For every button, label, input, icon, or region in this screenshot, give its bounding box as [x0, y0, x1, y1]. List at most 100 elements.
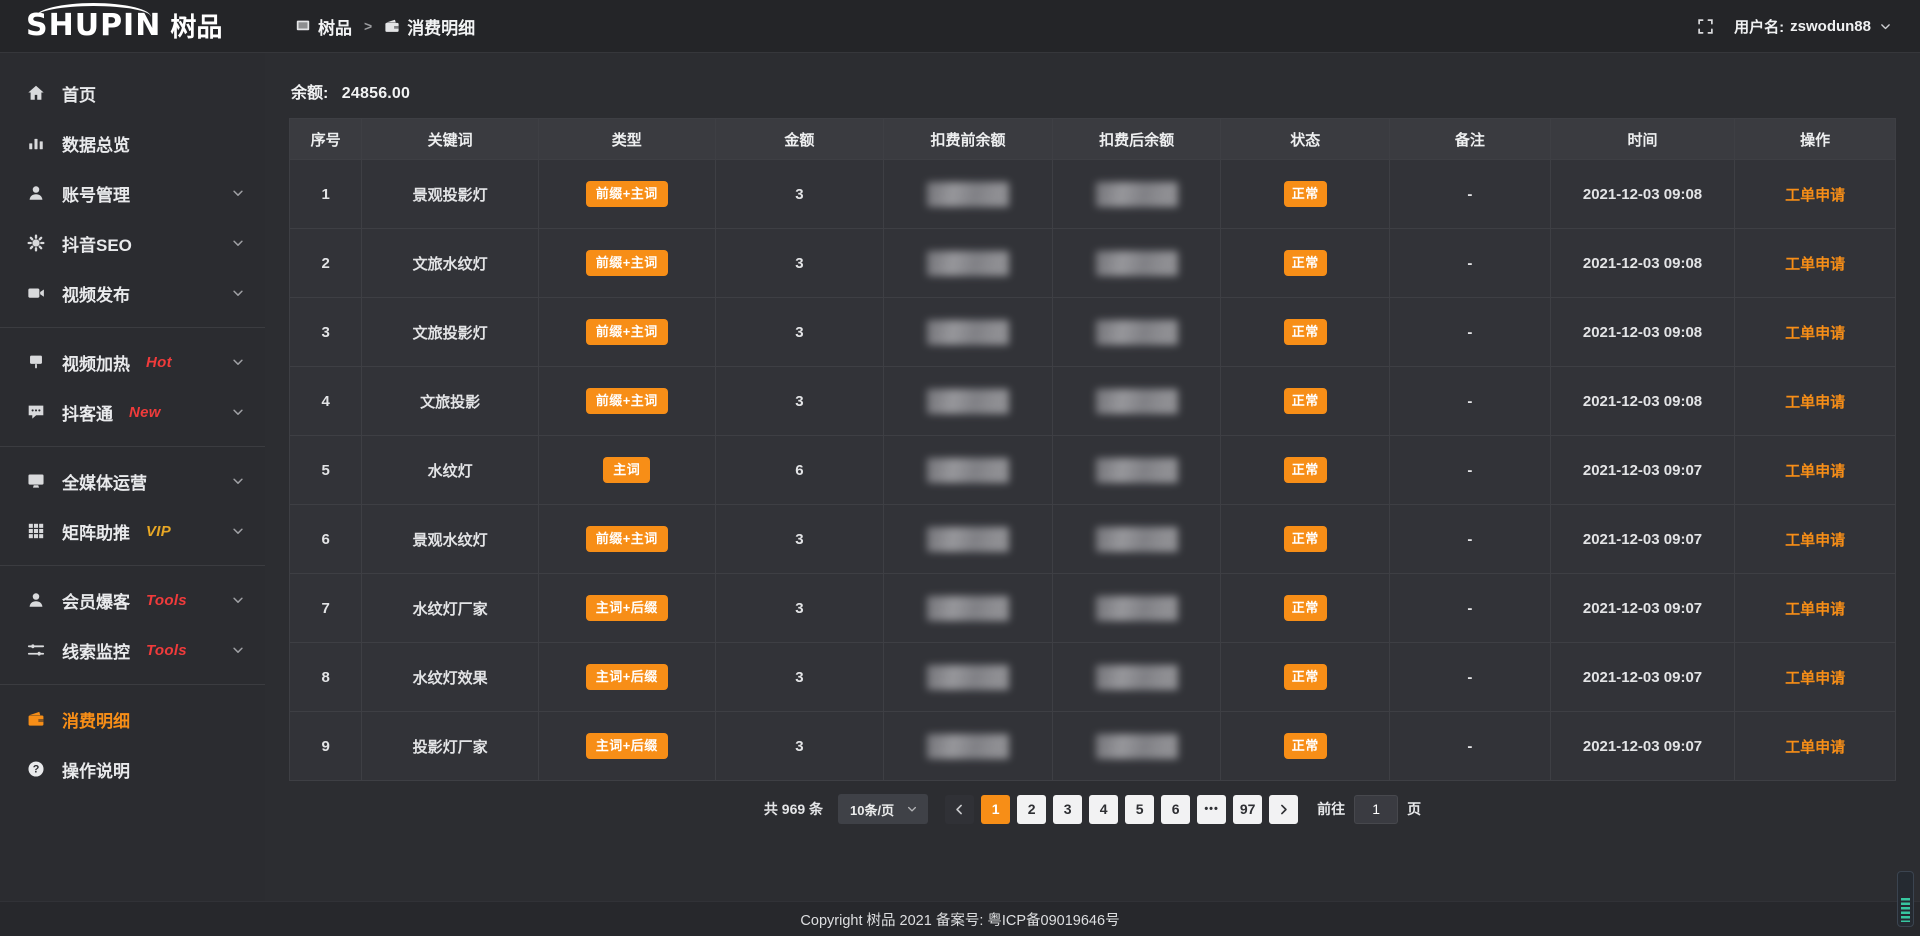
- more-pages-button[interactable]: •••: [1197, 795, 1226, 824]
- work-order-link[interactable]: 工单申请: [1785, 463, 1845, 480]
- masked-balance-after: [1096, 665, 1178, 690]
- sidebar-item-data-overview[interactable]: 数据总览: [0, 118, 265, 168]
- masked-balance-before: [927, 596, 1009, 621]
- sidebar-item-consumption-detail[interactable]: 消费明细: [0, 694, 265, 744]
- chevron-down-icon: [231, 355, 245, 369]
- cell-note: -: [1390, 229, 1551, 298]
- cell-note: -: [1390, 436, 1551, 505]
- cell-status: 正常: [1221, 712, 1390, 781]
- sidebar-item-operation-guide[interactable]: ?操作说明: [0, 744, 265, 794]
- username-value: zswodun88: [1790, 18, 1871, 35]
- cell-balance-after: [1052, 643, 1221, 712]
- sidebar-item-label: 全媒体运营: [62, 469, 147, 494]
- logo-text-cn: 树品: [170, 14, 222, 41]
- sidebar-item-all-media-operation[interactable]: 全媒体运营: [0, 456, 265, 506]
- cell-balance-before: [884, 505, 1053, 574]
- cell-note: -: [1390, 643, 1551, 712]
- cell-type: 前缀+主词: [538, 160, 715, 229]
- status-badge: 正常: [1284, 250, 1327, 277]
- cell-time: 2021-12-03 09:08: [1550, 367, 1735, 436]
- work-order-link[interactable]: 工单申请: [1785, 601, 1845, 618]
- menu-divider: [0, 327, 265, 328]
- cell-keyword: 景观水纹灯: [362, 505, 539, 574]
- user-icon: [27, 184, 45, 202]
- cell-time: 2021-12-03 09:07: [1550, 712, 1735, 781]
- work-order-link[interactable]: 工单申请: [1785, 187, 1845, 204]
- breadcrumb-item-shupin[interactable]: 树品: [295, 14, 352, 39]
- goto-page-input[interactable]: [1354, 795, 1398, 824]
- table-header-row: 序号关键词类型金额扣费前余额扣费后余额状态备注时间操作: [290, 119, 1896, 160]
- cell-action: 工单申请: [1735, 367, 1896, 436]
- page-button-2[interactable]: 2: [1017, 795, 1046, 824]
- home-icon: [27, 84, 45, 102]
- cell-index: 5: [290, 436, 362, 505]
- monitor-icon: [27, 472, 45, 490]
- sidebar-item-member-leads[interactable]: 会员爆客Tools: [0, 575, 265, 625]
- column-header: 关键词: [362, 119, 539, 160]
- goto-page: 前往页: [1317, 795, 1421, 824]
- column-header: 时间: [1550, 119, 1735, 160]
- cell-status: 正常: [1221, 160, 1390, 229]
- page-button-1[interactable]: 1: [981, 795, 1010, 824]
- work-order-link[interactable]: 工单申请: [1785, 394, 1845, 411]
- cell-keyword: 文旅投影: [362, 367, 539, 436]
- chevron-down-icon: [906, 803, 918, 815]
- breadcrumb-label: 树品: [318, 14, 352, 39]
- cell-type: 主词: [538, 436, 715, 505]
- cell-amount: 3: [715, 643, 884, 712]
- cell-note: -: [1390, 298, 1551, 367]
- cell-balance-after: [1052, 505, 1221, 574]
- menu-item-tag: Hot: [146, 354, 172, 371]
- next-page-button[interactable]: [1269, 795, 1298, 824]
- page-button-97[interactable]: 97: [1233, 795, 1262, 824]
- sidebar-item-douketong[interactable]: 抖客通New: [0, 387, 265, 437]
- work-order-link[interactable]: 工单申请: [1785, 325, 1845, 342]
- app-logo[interactable]: SHUPIN 树品: [0, 11, 265, 41]
- work-order-link[interactable]: 工单申请: [1785, 739, 1845, 756]
- column-header: 操作: [1735, 119, 1896, 160]
- cell-note: -: [1390, 160, 1551, 229]
- column-header: 扣费后余额: [1052, 119, 1221, 160]
- status-badge: 正常: [1284, 388, 1327, 415]
- work-order-link[interactable]: 工单申请: [1785, 256, 1845, 273]
- work-order-link[interactable]: 工单申请: [1785, 532, 1845, 549]
- menu-divider: [0, 684, 265, 685]
- menu-item-tag: Tools: [146, 592, 187, 609]
- table-row: 6景观水纹灯前缀+主词3正常-2021-12-03 09:07工单申请: [290, 505, 1896, 574]
- cell-index: 3: [290, 298, 362, 367]
- page-button-5[interactable]: 5: [1125, 795, 1154, 824]
- page-button-6[interactable]: 6: [1161, 795, 1190, 824]
- sidebar-item-home[interactable]: 首页: [0, 68, 265, 118]
- fullscreen-icon[interactable]: [1697, 18, 1714, 35]
- type-badge: 前缀+主词: [586, 526, 668, 553]
- cell-index: 1: [290, 160, 362, 229]
- cell-time: 2021-12-03 09:07: [1550, 643, 1735, 712]
- cell-type: 主词+后缀: [538, 643, 715, 712]
- sidebar-item-label: 抖客通: [62, 400, 113, 425]
- page-button-4[interactable]: 4: [1089, 795, 1118, 824]
- goto-unit: 页: [1407, 799, 1421, 819]
- sidebar-item-clue-monitor[interactable]: 线索监控Tools: [0, 625, 265, 675]
- breadcrumb-item-consumption-detail[interactable]: 消费明细: [384, 14, 475, 39]
- user-menu[interactable]: 用户名: zswodun88: [1734, 16, 1892, 37]
- cell-status: 正常: [1221, 574, 1390, 643]
- page-size-value: 10条/页: [850, 800, 894, 819]
- cell-action: 工单申请: [1735, 160, 1896, 229]
- cell-amount: 3: [715, 229, 884, 298]
- masked-balance-after: [1096, 734, 1178, 759]
- sidebar-item-label: 视频加热: [62, 350, 130, 375]
- cell-balance-before: [884, 712, 1053, 781]
- sidebar-item-video-heating[interactable]: 视频加热 Hot: [0, 337, 265, 387]
- debug-widget[interactable]: [1897, 871, 1914, 927]
- prev-page-button[interactable]: [945, 795, 974, 824]
- sidebar-item-douyin-seo[interactable]: 抖音SEO: [0, 218, 265, 268]
- menu-item-tag: Tools: [146, 642, 187, 659]
- sidebar-item-video-publish[interactable]: 视频发布: [0, 268, 265, 318]
- page-size-select[interactable]: 10条/页: [838, 794, 928, 824]
- work-order-link[interactable]: 工单申请: [1785, 670, 1845, 687]
- masked-balance-after: [1096, 320, 1178, 345]
- type-badge: 主词+后缀: [586, 595, 668, 622]
- sidebar-item-matrix-boost[interactable]: 矩阵助推VIP: [0, 506, 265, 556]
- sidebar-item-account-management[interactable]: 账号管理: [0, 168, 265, 218]
- page-button-3[interactable]: 3: [1053, 795, 1082, 824]
